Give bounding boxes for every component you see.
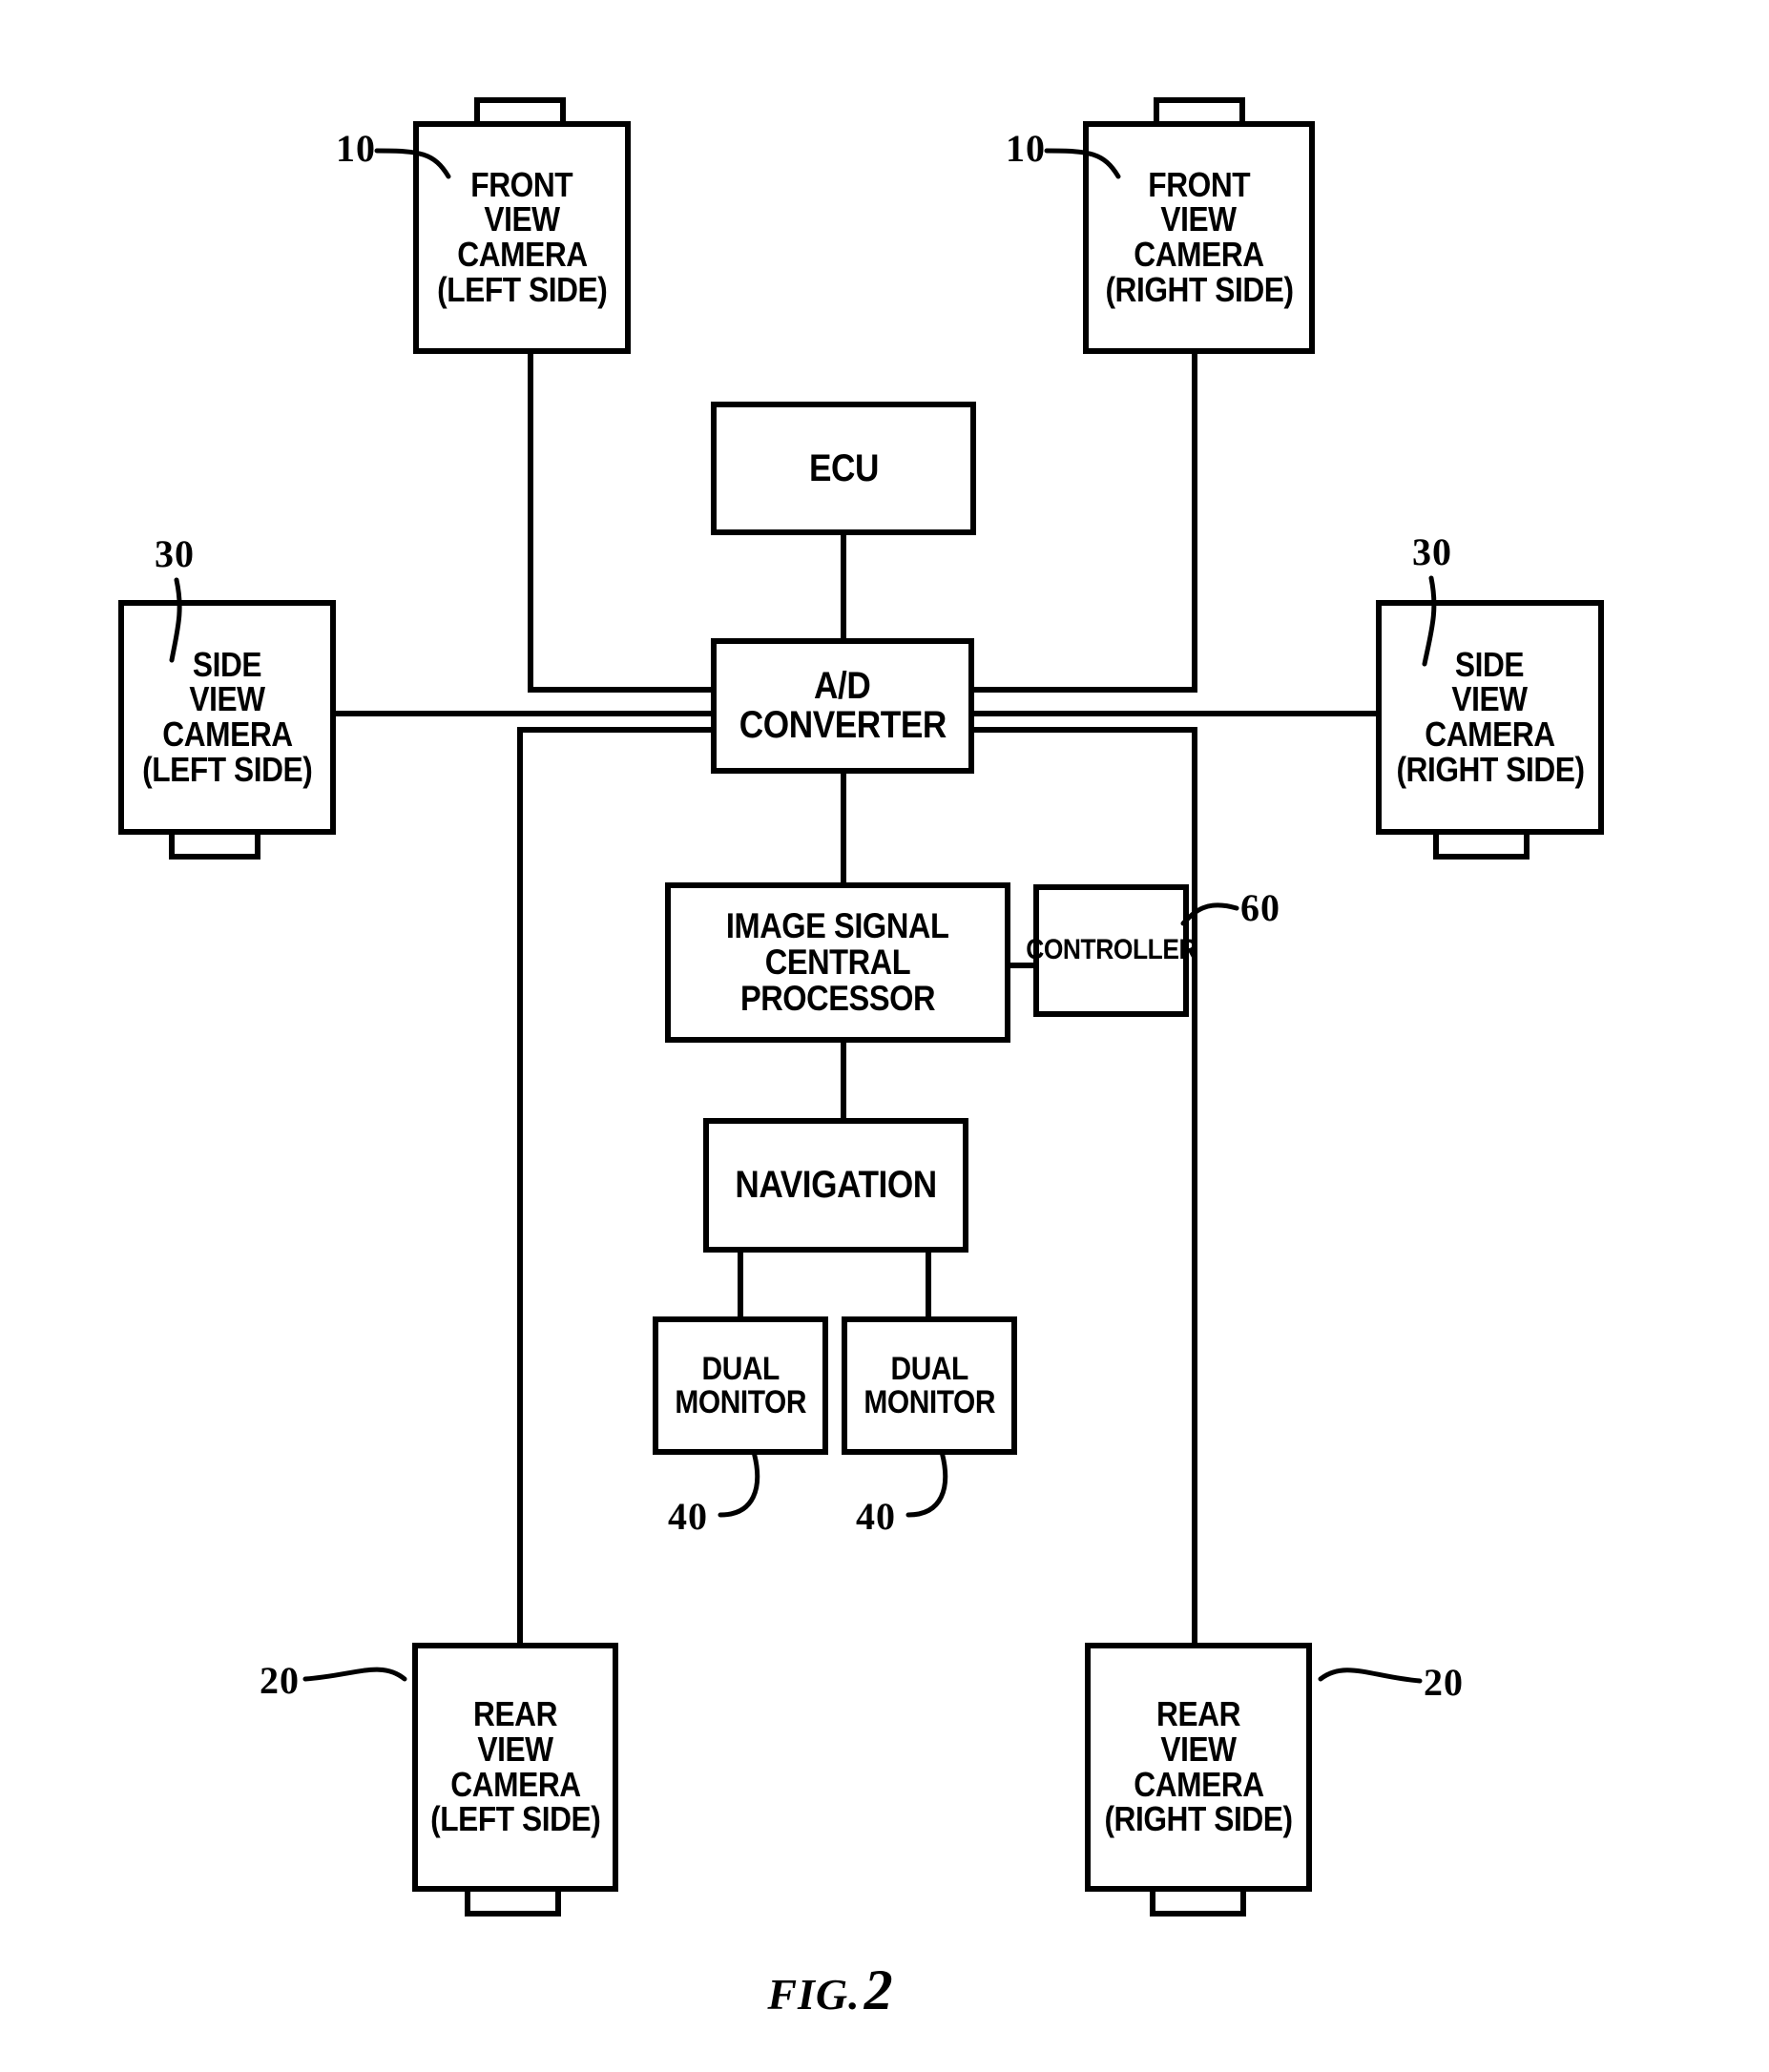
ref-leader-40-left [718,1449,760,1518]
ecu-box [711,402,976,535]
ref-number-60: 60 [1240,886,1280,929]
rear-camera-left-tab [465,1886,561,1917]
side-camera-right-box [1376,600,1604,835]
ref-leader-60 [1180,902,1239,926]
ref-leader-40-right [905,1449,948,1518]
ref-number-10-right: 10 [1006,127,1046,170]
side-camera-left-box [118,600,336,835]
front-camera-left-tab [474,97,566,127]
ref-number-30-right: 30 [1412,530,1452,573]
ref-number-10-left: 10 [336,127,376,170]
ref-number-20-right: 20 [1424,1661,1464,1704]
controller-box [1033,884,1189,1017]
diagram-svg [118,97,1604,1917]
figure-caption-number: 2 [864,1958,893,2021]
front-camera-left-box [413,121,631,354]
rear-camera-left-box [412,1643,618,1892]
image-processor-box [665,882,1010,1043]
patent-figure-page: FRONT VIEW CAMERA (LEFT SIDE) FRONT VIEW… [0,0,1769,2072]
ref-leader-30-right [1422,575,1437,667]
ref-number-40-right: 40 [856,1495,896,1538]
figure-caption-word: FIG. [767,1970,861,2019]
dual-monitor-right-box [842,1316,1017,1455]
ref-leader-20-left [302,1667,407,1682]
dual-monitor-left-box [653,1316,828,1455]
front-camera-right-tab [1154,97,1245,127]
figure-caption: FIG. 2 [725,1958,935,2023]
ad-converter-box [711,638,974,774]
side-camera-left-tab [169,829,260,860]
ref-leader-20-right [1318,1668,1423,1684]
rear-camera-right-tab [1150,1886,1246,1917]
ref-leader-30-left [169,577,182,663]
ref-leader-10-left [374,148,451,179]
ref-number-30-left: 30 [155,532,195,575]
front-camera-right-box [1083,121,1315,354]
front-camera-left-wire [528,348,717,693]
front-camera-right-wire [968,348,1197,693]
rear-camera-right-box [1085,1643,1312,1892]
ref-leader-10-right [1044,148,1121,179]
side-camera-right-tab [1433,829,1530,860]
navigation-box [703,1118,968,1253]
rear-camera-right-wire [968,727,1197,1648]
ref-number-40-left: 40 [668,1495,708,1538]
ref-number-20-left: 20 [260,1659,300,1702]
